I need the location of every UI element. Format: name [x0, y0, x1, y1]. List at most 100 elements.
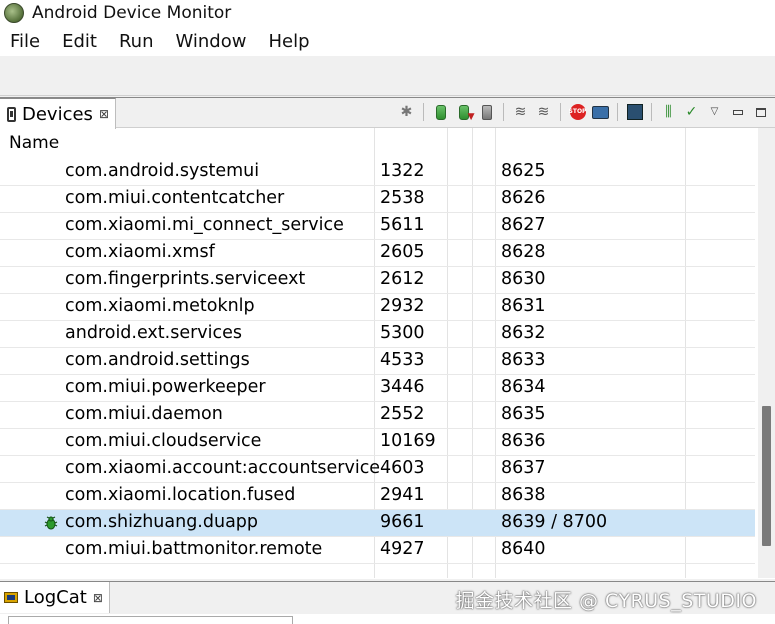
screen-capture-icon[interactable] — [592, 104, 609, 121]
table-row[interactable]: com.miui.cloudservice 10169 8636 — [0, 429, 755, 456]
table-row[interactable]: com.miui.powerkeeper 3446 8634 — [0, 375, 755, 402]
table-row[interactable]: com.miui.daemon 2552 8635 — [0, 402, 755, 429]
process-pid: 9661 — [380, 512, 425, 532]
process-pid: 4533 — [380, 350, 425, 370]
table-row[interactable]: com.xiaomi.location.fused 2941 8638 — [0, 483, 755, 510]
devices-view: Devices ⊠ ✱ ≋ ≋ STOP ⫼ ✓ ▽ — [0, 97, 775, 579]
process-table: Name com.android.systemui 1322 8625 com.miu… — [0, 128, 775, 578]
debug-port: 8631 — [501, 296, 546, 316]
update-heap-icon[interactable] — [432, 104, 449, 121]
dump-hprof-icon[interactable] — [455, 104, 475, 122]
table-row[interactable]: com.xiaomi.metoknlp 2932 8631 — [0, 294, 755, 321]
toolbar-separator — [617, 103, 618, 121]
process-name: com.miui.daemon — [65, 404, 223, 424]
process-name: com.miui.powerkeeper — [65, 377, 266, 397]
menu-edit[interactable]: Edit — [51, 31, 108, 52]
table-row[interactable]: android.ext.services 5300 8632 — [0, 321, 755, 348]
start-method-profiling-icon[interactable]: ≋ — [535, 104, 552, 121]
devices-view-toolbar: ✱ ≋ ≋ STOP ⫼ ✓ ▽ — [398, 100, 769, 124]
toolbar-separator — [560, 103, 561, 121]
table-body: com.android.systemui 1322 8625 com.miui.con… — [0, 159, 755, 564]
android-monitor-app-icon — [4, 3, 24, 23]
window-title: Android Device Monitor — [32, 3, 232, 23]
tab-logcat[interactable]: LogCat ⊠ — [0, 582, 110, 613]
debug-port: 8636 — [501, 431, 546, 451]
process-pid: 3446 — [380, 377, 425, 397]
menu-run[interactable]: Run — [108, 31, 165, 52]
scrollbar-thumb[interactable] — [762, 406, 771, 546]
process-name: com.shizhuang.duapp — [65, 512, 259, 532]
process-pid: 5611 — [380, 215, 425, 235]
dump-view-hierarchy-icon[interactable] — [626, 104, 643, 121]
devices-view-header: Devices ⊠ ✱ ≋ ≋ STOP ⫼ ✓ ▽ — [0, 98, 775, 129]
close-icon[interactable]: ⊠ — [99, 107, 109, 121]
debug-port: 8634 — [501, 377, 546, 397]
debug-port: 8626 — [501, 188, 546, 208]
debug-process-icon[interactable]: ✱ — [398, 104, 415, 121]
debug-port: 8637 — [501, 458, 546, 478]
menu-help[interactable]: Help — [257, 31, 320, 52]
stop-process-icon[interactable]: STOP — [569, 104, 586, 121]
process-pid: 1322 — [380, 161, 425, 181]
process-pid: 2941 — [380, 485, 425, 505]
table-row[interactable]: com.xiaomi.account:accountservice 4603 863… — [0, 456, 755, 483]
process-pid: 2538 — [380, 188, 425, 208]
main-toolbar — [0, 56, 775, 96]
opengl-trace-icon[interactable]: ✓ — [683, 104, 700, 121]
logcat-view: LogCat ⊠ 掘金技术社区 @ CYRUS_STUDIO — [0, 581, 775, 624]
process-name: com.android.settings — [65, 350, 250, 370]
process-pid: 4603 — [380, 458, 425, 478]
tab-devices[interactable]: Devices ⊠ — [0, 98, 116, 129]
debug-port: 8630 — [501, 269, 546, 289]
update-threads-icon[interactable]: ≋ — [512, 104, 529, 121]
debug-port: 8639 / 8700 — [501, 512, 608, 532]
bug-icon — [44, 516, 58, 530]
process-name: com.miui.contentcatcher — [65, 188, 285, 208]
process-name: com.xiaomi.xmsf — [65, 242, 215, 262]
minimize-icon[interactable] — [729, 104, 746, 121]
vertical-scrollbar[interactable] — [758, 128, 775, 578]
process-pid: 4927 — [380, 539, 425, 559]
systrace-icon[interactable]: ⫼ — [660, 104, 677, 121]
table-row[interactable]: com.shizhuang.duapp 9661 8639 / 8700 — [0, 510, 755, 537]
process-pid: 2612 — [380, 269, 425, 289]
debug-port: 8633 — [501, 350, 546, 370]
table-row[interactable]: com.xiaomi.mi_connect_service 5611 8627 — [0, 213, 755, 240]
view-menu-icon[interactable]: ▽ — [706, 104, 723, 121]
close-icon[interactable]: ⊠ — [93, 591, 103, 605]
phone-icon — [7, 106, 16, 122]
debug-port: 8625 — [501, 161, 546, 181]
table-row[interactable]: com.android.settings 4533 8633 — [0, 348, 755, 375]
toolbar-separator — [651, 103, 652, 121]
cause-gc-icon[interactable] — [478, 104, 495, 121]
process-name: com.miui.cloudservice — [65, 431, 262, 451]
logcat-filter-field[interactable] — [8, 616, 293, 624]
process-name: com.xiaomi.mi_connect_service — [65, 215, 344, 235]
menu-file[interactable]: File — [0, 31, 51, 52]
menu-window[interactable]: Window — [165, 31, 258, 52]
table-row[interactable]: com.xiaomi.xmsf 2605 8628 — [0, 240, 755, 267]
maximize-icon[interactable] — [752, 104, 769, 121]
logcat-icon — [4, 592, 18, 603]
debug-port: 8635 — [501, 404, 546, 424]
debug-port: 8632 — [501, 323, 546, 343]
column-header-name[interactable]: Name — [9, 133, 59, 153]
tab-devices-label: Devices — [22, 103, 93, 125]
table-row[interactable]: com.miui.contentcatcher 2538 8626 — [0, 186, 755, 213]
toolbar-separator — [503, 103, 504, 121]
process-name: com.xiaomi.metoknlp — [65, 296, 255, 316]
logcat-body — [0, 614, 775, 624]
process-name: com.xiaomi.location.fused — [65, 485, 296, 505]
process-name: android.ext.services — [65, 323, 243, 343]
debug-port: 8628 — [501, 242, 546, 262]
debug-port: 8638 — [501, 485, 546, 505]
process-pid: 2552 — [380, 404, 425, 424]
process-name: com.fingerprints.serviceext — [65, 269, 306, 289]
title-bar: Android Device Monitor — [0, 0, 775, 26]
process-name: com.android.systemui — [65, 161, 260, 181]
table-row[interactable]: com.fingerprints.serviceext 2612 8630 — [0, 267, 755, 294]
table-row[interactable]: com.android.systemui 1322 8625 — [0, 159, 755, 186]
table-row[interactable]: com.miui.battmonitor.remote 4927 8640 — [0, 537, 755, 564]
table-header: Name — [0, 128, 775, 159]
process-pid: 5300 — [380, 323, 425, 343]
